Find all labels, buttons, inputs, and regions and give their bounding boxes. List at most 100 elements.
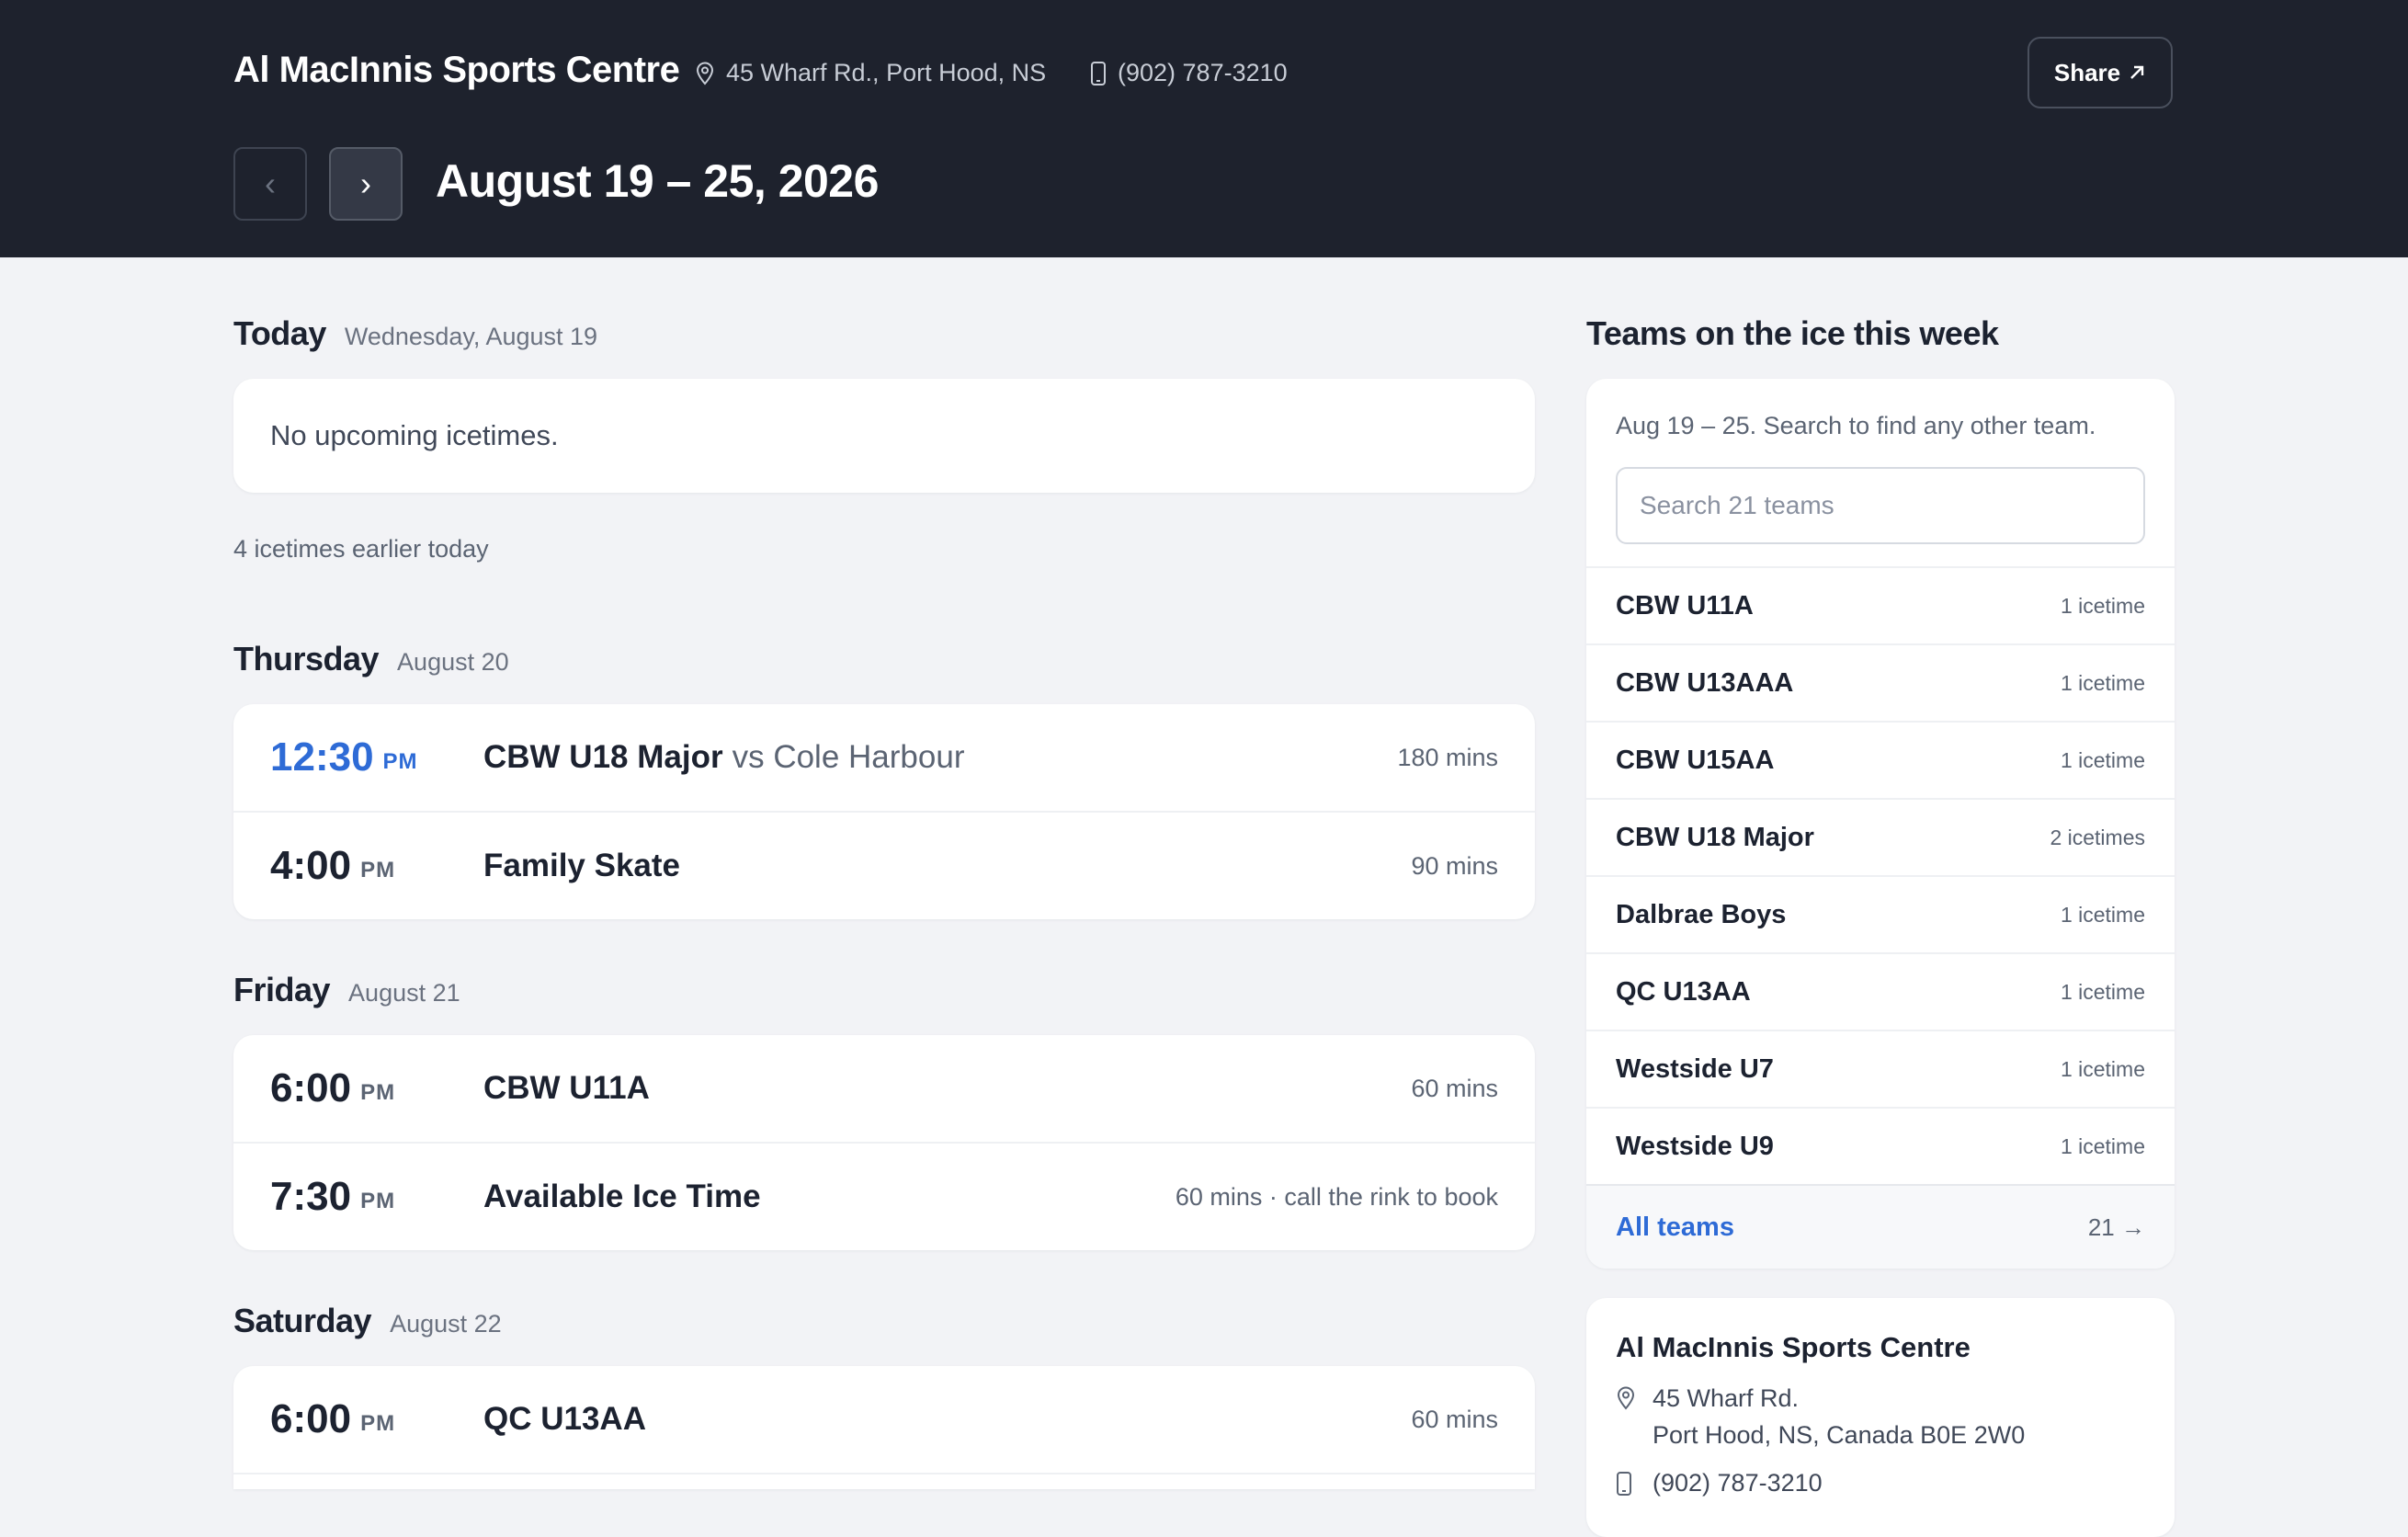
day-date: August 20 [397,648,509,676]
event-time: 12:30 PM [270,704,418,811]
phone-icon [1091,61,1106,85]
team-item[interactable]: CBW U11A 1 icetime [1586,566,2175,643]
icetime-row[interactable]: 4:00 PM Family Skate 90 mins [233,811,1535,919]
no-upcoming-message: No upcoming icetimes. [270,419,559,451]
day-date: August 21 [348,979,460,1007]
team-search-input[interactable] [1616,467,2145,544]
team-item[interactable]: Westside U9 1 icetime [1586,1107,2175,1184]
team-name: Westside U9 [1616,1131,1774,1161]
previous-week-button[interactable]: ‹ [233,147,307,221]
event-time-ampm: PM [382,749,418,774]
team-name: CBW U18 Major [1616,822,1814,852]
chevron-right-icon: › [360,165,371,202]
icetime-row[interactable]: 6:00 PM QC U13AA 60 mins [233,1366,1535,1473]
venue-phone[interactable]: (902) 787-3210 [1653,1469,1823,1497]
next-week-button[interactable]: › [329,147,403,221]
team-icetime-count: 1 icetime [2060,593,2145,618]
event-duration: 90 mins [1411,851,1498,880]
team-icetime-count: 1 icetime [2060,670,2145,695]
event-opponent: vs Cole Harbour [732,739,965,775]
team-item[interactable]: Dalbrae Boys 1 icetime [1586,875,2175,952]
team-icetime-count: 2 icetimes [2050,825,2145,849]
day-header-thursday: Thursday August 20 [233,640,509,678]
team-item[interactable]: QC U13AA 1 icetime [1586,952,2175,1030]
event-time-value: 12:30 [270,734,374,780]
venue-address-line2: Port Hood, NS, Canada B0E 2W0 [1653,1421,2026,1449]
event-team: Family Skate [483,848,680,883]
event-team: Available Ice Time [483,1178,761,1214]
day-name: Saturday [233,1302,372,1339]
venue-card-name: Al MacInnis Sports Centre [1616,1331,1971,1363]
event-duration: 60 mins [1411,1074,1498,1102]
team-icetime-count: 1 icetime [2060,902,2145,927]
event-team: QC U13AA [483,1401,646,1437]
event-duration: 60 mins [1411,1405,1498,1433]
teams-panel: Aug 19 – 25. Search to find any other te… [1586,379,2175,1269]
thursday-card: 12:30 PM CBW U18 Major vs Cole Harbour 1… [233,704,1535,919]
event-time-value: 6:00 [270,1396,352,1441]
day-date: Wednesday, August 19 [344,323,598,350]
team-name: CBW U15AA [1616,745,1775,775]
day-name: Thursday [233,640,380,677]
team-item[interactable]: CBW U13AAA 1 icetime [1586,643,2175,721]
share-button[interactable]: Share [2027,37,2173,108]
team-name: CBW U13AAA [1616,667,1794,698]
event-time-ampm: PM [360,1411,396,1436]
event-title: CBW U18 Major vs Cole Harbour [483,704,964,811]
teams-panel-title: Teams on the ice this week [1586,314,1999,352]
header-phone-text: (902) 787-3210 [1118,59,1288,86]
header-address: 45 Wharf Rd., Port Hood, NS [695,59,1046,87]
team-item[interactable]: CBW U15AA 1 icetime [1586,721,2175,798]
event-team: CBW U11A [483,1070,650,1106]
icetime-row[interactable]: 12:30 PM CBW U18 Major vs Cole Harbour 1… [233,704,1535,811]
phone-icon [1617,1472,1631,1496]
saturday-card: 6:00 PM QC U13AA 60 mins [233,1366,1535,1489]
team-icetime-count: 1 icetime [2060,747,2145,772]
today-card: No upcoming icetimes. [233,379,1535,493]
venue-address-line1: 45 Wharf Rd. [1653,1384,1800,1412]
event-time-ampm: PM [360,858,396,882]
icetime-row[interactable]: 7:30 PM Available Ice Time 60 mins · cal… [233,1142,1535,1250]
all-teams-link[interactable]: All teams 21 → [1586,1184,2175,1269]
event-title: Family Skate [483,813,680,919]
event-time: 7:30 PM [270,1144,395,1250]
team-name: Dalbrae Boys [1616,899,1787,929]
header-bar: Al MacInnis Sports Centre 45 Wharf Rd., … [0,0,2408,257]
event-time-value: 4:00 [270,843,352,888]
header-phone[interactable]: (902) 787-3210 [1090,59,1288,87]
week-title: August 19 – 25, 2026 [436,155,879,207]
day-name: Friday [233,971,331,1008]
event-title: QC U13AA [483,1366,646,1473]
icetime-row[interactable]: 6:00 PM CBW U11A 60 mins [233,1035,1535,1142]
icetime-row-partial [233,1473,1535,1489]
chevron-left-icon: ‹ [265,165,276,202]
event-duration: 60 mins · call the rink to book [1175,1182,1498,1211]
team-name: Westside U7 [1616,1053,1774,1084]
team-icetime-count: 1 icetime [2060,1133,2145,1158]
team-item[interactable]: CBW U18 Major 2 icetimes [1586,798,2175,875]
team-name: CBW U11A [1616,590,1754,620]
team-list: CBW U11A 1 icetime CBW U13AAA 1 icetime … [1586,566,2175,1184]
arrow-up-right-icon [2130,65,2144,79]
event-time: 6:00 PM [270,1035,395,1142]
team-icetime-count: 1 icetime [2060,1056,2145,1081]
event-team: CBW U18 Major [483,739,723,775]
event-time-ampm: PM [360,1189,396,1213]
earlier-icetimes-link[interactable]: 4 icetimes earlier today [233,535,489,564]
event-time-value: 6:00 [270,1065,352,1110]
event-title: CBW U11A [483,1035,650,1142]
venue-title: Al MacInnis Sports Centre [233,50,680,90]
event-title: Available Ice Time [483,1144,761,1250]
location-pin-icon [1617,1386,1635,1410]
teams-panel-subtitle: Aug 19 – 25. Search to find any other te… [1616,412,2096,439]
day-date: August 22 [390,1310,502,1338]
day-header-friday: Friday August 21 [233,971,460,1009]
friday-card: 6:00 PM CBW U11A 60 mins 7:30 PM Availab… [233,1035,1535,1250]
share-button-label: Share [2053,58,2121,86]
team-icetime-count: 1 icetime [2060,979,2145,1004]
header-address-text: 45 Wharf Rd., Port Hood, NS [726,59,1047,86]
location-pin-icon [696,62,714,85]
day-header-today: Today Wednesday, August 19 [233,314,597,353]
team-item[interactable]: Westside U7 1 icetime [1586,1030,2175,1107]
day-header-saturday: Saturday August 22 [233,1302,502,1340]
